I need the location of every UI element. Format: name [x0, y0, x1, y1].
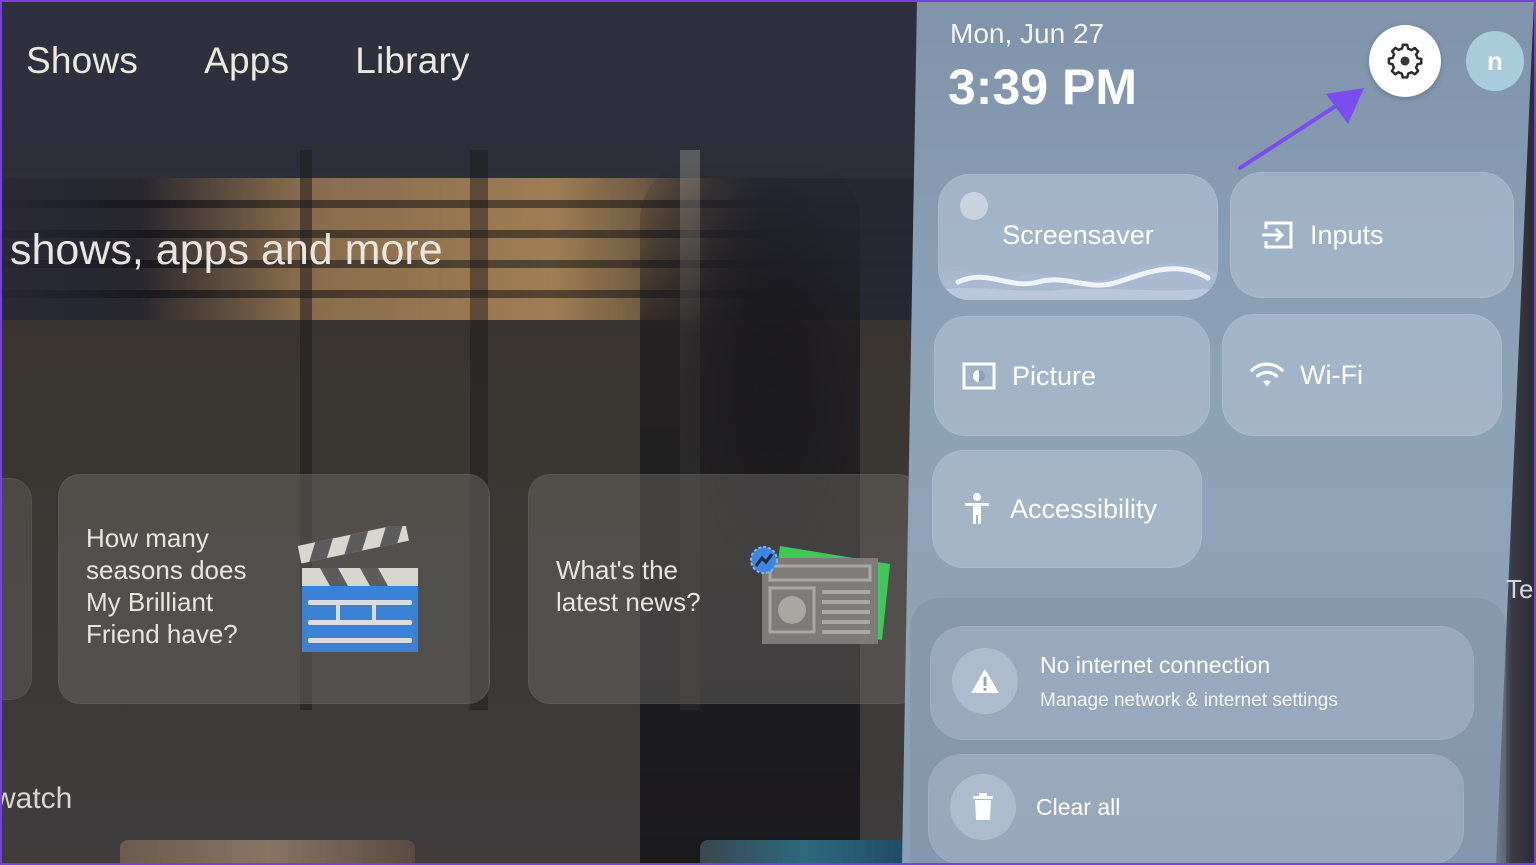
- content-thumbnail[interactable]: [700, 840, 910, 865]
- moon-icon: [960, 192, 988, 220]
- date-label: Mon, Jun 27: [950, 18, 1105, 49]
- tile-wifi[interactable]: Wi-Fi: [1222, 314, 1502, 436]
- hero-text: shows, apps and more: [10, 226, 443, 274]
- time-label: 3:39 PM: [948, 59, 1137, 115]
- nav-tab-library[interactable]: Library: [355, 40, 470, 82]
- nav-tab-shows[interactable]: Shows: [26, 40, 138, 82]
- notification-title: Clear all: [1036, 794, 1121, 820]
- tile-label: Inputs: [1310, 219, 1384, 250]
- picture-settings-icon: [962, 359, 996, 393]
- tile-label: Screensaver: [1002, 219, 1154, 250]
- content-thumbnail[interactable]: [120, 840, 415, 865]
- profile-avatar[interactable]: n: [1466, 31, 1524, 91]
- suggestion-line: Friend have?: [86, 619, 238, 649]
- top-nav: Shows Apps Library: [26, 40, 470, 82]
- notification-title: No internet connection: [1040, 652, 1271, 678]
- partial-label: Tel: [1506, 574, 1536, 604]
- newspaper-icon: [750, 546, 890, 644]
- warning-icon-badge: [952, 648, 1018, 714]
- tile-label: Wi-Fi: [1300, 359, 1363, 390]
- input-icon: [1260, 218, 1294, 252]
- suggestion-text: How many seasons does My Brilliant Frien…: [86, 522, 246, 650]
- trash-icon-badge: [950, 774, 1016, 840]
- notification-subtitle: Manage network & internet settings: [1040, 690, 1338, 711]
- clapperboard-icon: [298, 526, 418, 652]
- suggestion-card-partial[interactable]: [0, 478, 32, 700]
- trash-icon: [973, 793, 993, 820]
- warning-icon: [971, 669, 999, 693]
- tile-label: Accessibility: [1010, 493, 1158, 524]
- suggestion-line: What's the: [556, 555, 679, 585]
- home-screen: Shows Apps Library shows, apps and more …: [0, 0, 920, 865]
- suggestion-card-my-brilliant-friend[interactable]: How many seasons does My Brilliant Frien…: [58, 474, 490, 704]
- tile-label: Picture: [1012, 360, 1097, 391]
- settings-button[interactable]: [1369, 25, 1441, 97]
- suggestion-line: seasons does: [86, 555, 247, 585]
- suggestion-line: How many: [86, 523, 209, 553]
- tile-accessibility[interactable]: Accessibility: [932, 450, 1202, 568]
- landscape-waves-icon: [938, 263, 1218, 300]
- suggestion-line: latest news?: [556, 587, 701, 617]
- clear-all-button[interactable]: Clear all: [928, 754, 1464, 865]
- annotation-arrow: [1238, 88, 1364, 170]
- nav-tab-apps[interactable]: Apps: [204, 40, 289, 82]
- accessibility-icon: [960, 492, 994, 526]
- tile-inputs[interactable]: Inputs: [1230, 172, 1514, 298]
- row-title-watch: watch: [0, 782, 73, 815]
- suggestion-card-latest-news[interactable]: What's the latest news?: [528, 474, 920, 704]
- gear-icon: [1387, 43, 1423, 79]
- wifi-icon: [1250, 358, 1284, 392]
- suggestion-line: My Brilliant: [86, 587, 214, 617]
- notification-no-internet[interactable]: No internet connection Manage network & …: [930, 626, 1474, 740]
- tile-screensaver[interactable]: Screensaver: [938, 174, 1218, 300]
- tile-picture[interactable]: Picture: [934, 316, 1210, 436]
- suggestion-text: What's the latest news?: [556, 554, 701, 618]
